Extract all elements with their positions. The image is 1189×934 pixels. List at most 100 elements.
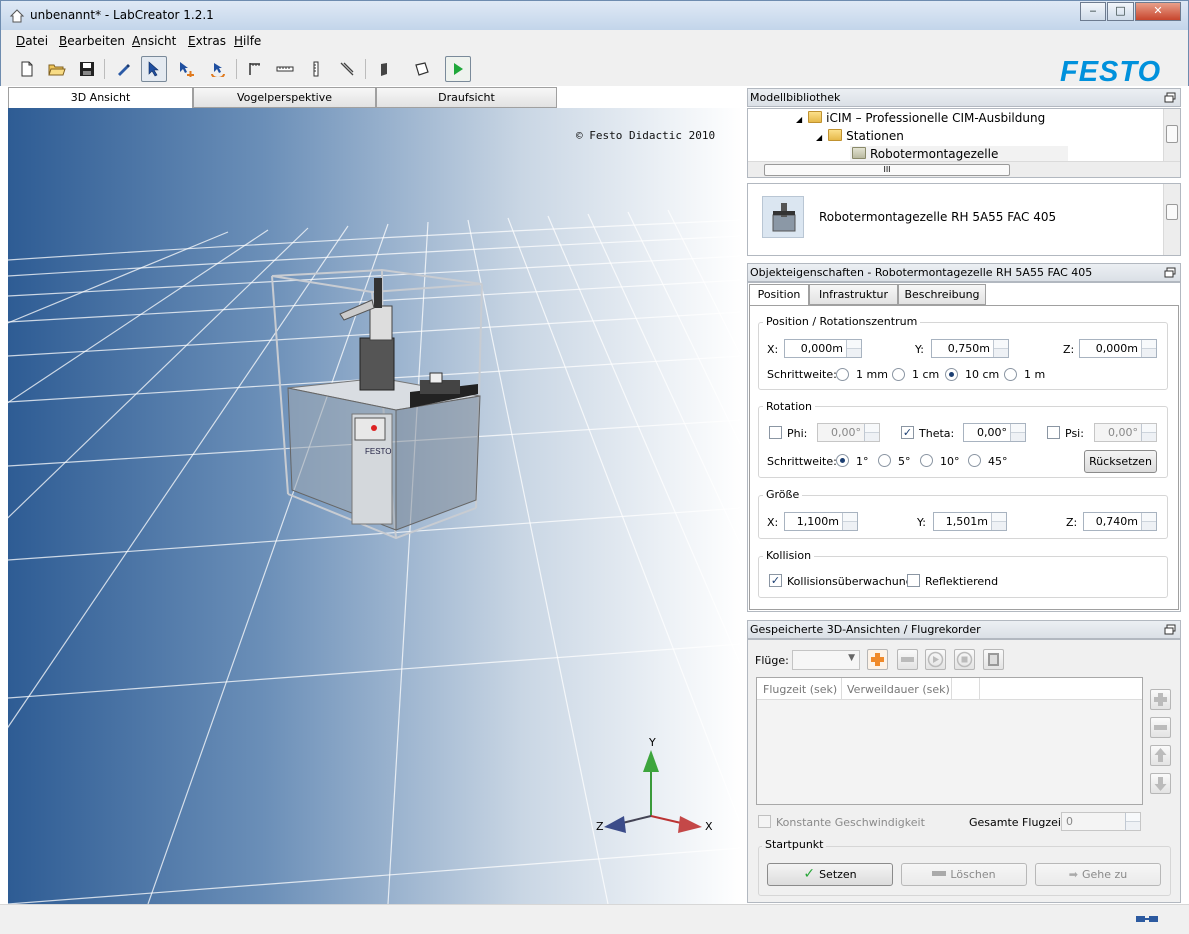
constant-speed-checkbox[interactable] [758,815,771,828]
preview-item-label[interactable]: Robotermontagezelle RH 5A55 FAC 405 [819,210,1056,224]
delete-button[interactable]: Löschen [901,863,1027,886]
library-hscroll[interactable]: III [748,161,1180,177]
measure-ruler-icon[interactable] [272,56,298,82]
rotation-group-label: Rotation [763,400,816,413]
save-icon[interactable] [74,56,100,82]
measure-x-icon[interactable] [242,56,268,82]
pos-step-label: Schrittweite: [767,368,837,381]
tab-position[interactable]: Position [749,284,809,306]
tab-top-view[interactable]: Draufsicht [376,87,557,108]
stop-flight-icon[interactable] [954,649,975,670]
col-verweildauer[interactable]: Verweildauer (sek) [847,683,950,696]
size-y-input[interactable]: 1,501m [933,512,1007,531]
move-tool-icon[interactable] [173,56,199,82]
recorder-title: Gespeicherte 3D-Ansichten / Flugrekorder [750,623,981,636]
add-row-icon[interactable] [1150,689,1171,710]
minimize-button[interactable]: ‒ [1080,2,1106,21]
maximize-button[interactable]: □ [1107,2,1134,21]
remove-flight-icon[interactable] [897,649,918,670]
flight-table-header: Flugzeit (sek) Verweildauer (sek) [757,678,1142,700]
pos-step-radio-1cm[interactable] [892,368,905,381]
3d-viewport[interactable]: FESTO © Festo Didactic 2010 Y X Z [8,108,742,904]
phi-input[interactable]: 0,00° [817,423,880,442]
theta-input[interactable]: 0,00° [963,423,1026,442]
tab-infrastruktur[interactable]: Infrastruktur [809,284,898,305]
tab-3d-view[interactable]: 3D Ansicht [8,87,193,109]
pos-step-radio-1mm[interactable] [836,368,849,381]
collision-monitoring-checkbox[interactable]: ✓ [769,574,782,587]
pos-step-radio-1m[interactable] [1004,368,1017,381]
close-button[interactable]: ✕ [1135,2,1181,21]
folder-icon [828,129,843,141]
play-flight-icon[interactable] [925,649,946,670]
tab-bird-view[interactable]: Vogelperspektive [193,87,376,108]
undock-icon[interactable] [1164,267,1176,278]
angle-tool-icon[interactable] [334,56,360,82]
set-button[interactable]: ✓ Setzen [767,863,893,886]
rot-step-radio-1[interactable] [836,454,849,467]
paint-tool-icon[interactable] [371,56,397,82]
fluege-select[interactable]: ▼ [792,650,860,670]
menu-bearbeiten[interactable]: Bearbeiten [59,34,125,48]
menu-hilfe[interactable]: Hilfe [234,34,261,48]
position-group-label: Position / Rotationszentrum [763,315,921,328]
size-group-label: Größe [763,488,803,501]
col-flugzeit[interactable]: Flugzeit (sek) [763,683,837,696]
library-vscroll[interactable] [1163,109,1180,161]
psi-checkbox[interactable] [1047,426,1060,439]
rot-step-radio-5[interactable] [878,454,891,467]
phi-checkbox[interactable] [769,426,782,439]
preview-vscroll[interactable] [1163,184,1180,255]
rotate-tool-icon[interactable] [205,56,231,82]
open-folder-icon[interactable] [44,56,70,82]
menu-datei[interactable]: Datei [16,34,48,48]
pos-step-10cm-label: 10 cm [965,368,1000,381]
reset-button[interactable]: Rücksetzen [1084,450,1157,473]
connection-icon[interactable] [1134,912,1162,926]
goto-button[interactable]: ➡ Gehe zu [1035,863,1161,886]
rot-step-label: Schrittweite: [767,455,837,468]
move-down-icon[interactable] [1150,773,1171,794]
tab-beschreibung[interactable]: Beschreibung [898,284,986,305]
size-x-input[interactable]: 1,100m [784,512,858,531]
toolbar [0,52,1189,86]
pos-z-input[interactable]: 0,000m [1079,339,1157,358]
hscroll-grip[interactable]: III [764,164,1010,176]
pointer-tool-icon[interactable] [141,56,167,82]
robot-cell-model[interactable]: FESTO [270,268,490,548]
rot-step-radio-10[interactable] [920,454,933,467]
pos-step-radio-10cm[interactable] [945,368,958,381]
menu-extras[interactable]: Extras [188,34,226,48]
menu-bar: Datei Bearbeiten Ansicht Extras Hilfe [0,30,1189,52]
pencil-tool-icon[interactable] [110,56,136,82]
run-icon[interactable] [445,56,471,82]
pos-y-input[interactable]: 0,750m [931,339,1009,358]
rot-step-45-label: 45° [988,455,1008,468]
move-up-icon[interactable] [1150,745,1171,766]
tree-item-icim[interactable]: ◢ iCIM – Professionelle CIM-Ausbildung [796,111,1045,125]
size-z-input[interactable]: 0,740m [1083,512,1157,531]
tree-item-stationen[interactable]: ◢ Stationen [816,129,904,143]
new-file-icon[interactable] [14,56,40,82]
menu-ansicht[interactable]: Ansicht [132,34,176,48]
pos-x-input[interactable]: 0,000m [784,339,862,358]
axis-label-y: Y [649,736,656,749]
psi-input[interactable]: 0,00° [1094,423,1157,442]
undock-icon[interactable] [1164,92,1176,103]
phi-label: Phi: [787,427,808,440]
theta-checkbox[interactable]: ✓ [901,426,914,439]
film-icon[interactable] [983,649,1004,670]
rot-step-radio-45[interactable] [968,454,981,467]
measure-vertical-icon[interactable] [303,56,329,82]
size-x-label: X: [767,516,779,529]
model-thumbnail[interactable] [762,196,804,238]
reflecting-label: Reflektierend [925,575,999,588]
undock-icon[interactable] [1164,624,1176,635]
tree-item-robotermontagezelle[interactable]: Robotermontagezelle [850,146,1069,162]
total-time-input[interactable]: 0 [1061,812,1141,831]
check-icon: ✓ [803,866,816,882]
add-flight-icon[interactable] [867,649,888,670]
remove-row-icon[interactable] [1150,717,1171,738]
reflecting-checkbox[interactable] [907,574,920,587]
box-tool-icon[interactable] [409,56,435,82]
